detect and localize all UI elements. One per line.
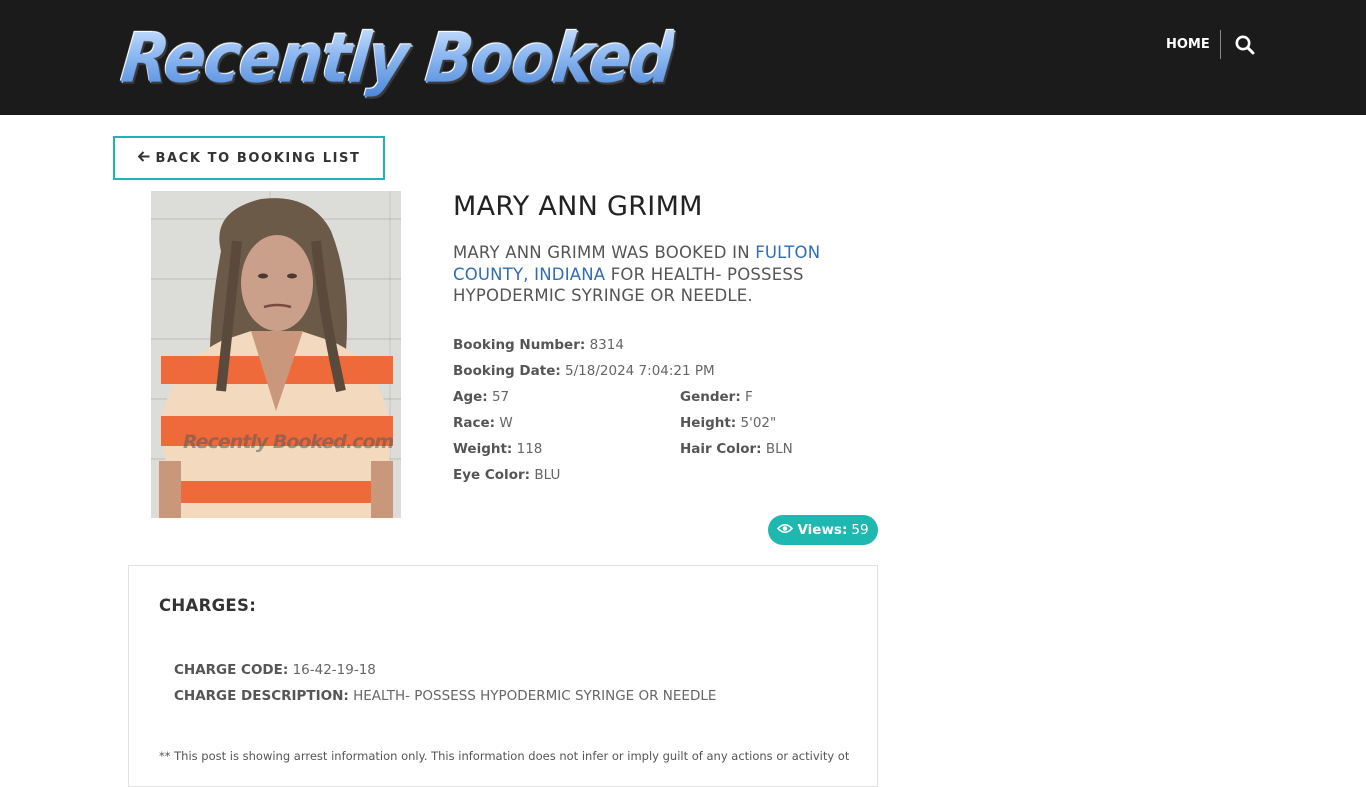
views-label: Views: bbox=[797, 522, 848, 538]
gender-value: F bbox=[745, 389, 753, 405]
height: Height: 5'02" bbox=[680, 415, 776, 431]
race-value: W bbox=[499, 415, 513, 431]
site-logo[interactable]: Recently Booked bbox=[118, 18, 677, 98]
site-header: Recently Booked HOME bbox=[0, 0, 1366, 115]
hair-color-label: Hair Color: bbox=[680, 441, 762, 457]
booking-summary: MARY ANN GRIMM WAS BOOKED IN FULTON COUN… bbox=[453, 242, 863, 307]
gender-label: Gender: bbox=[680, 389, 741, 405]
race-label: Race: bbox=[453, 415, 496, 431]
charge-code-value: 16-42-19-18 bbox=[292, 662, 376, 678]
age: Age: 57 bbox=[453, 389, 509, 405]
gender: Gender: F bbox=[680, 389, 753, 405]
weight: Weight: 118 bbox=[453, 441, 542, 457]
booking-date: Booking Date: 5/18/2024 7:04:21 PM bbox=[453, 363, 715, 379]
back-button-label: BACK TO BOOKING LIST bbox=[155, 150, 361, 166]
height-value: 5'02" bbox=[740, 415, 777, 431]
booking-number-label: Booking Number: bbox=[453, 337, 586, 353]
age-label: Age: bbox=[453, 389, 488, 405]
back-to-booking-list-button[interactable]: BACK TO BOOKING LIST bbox=[113, 136, 385, 180]
booking-date-value: 5/18/2024 7:04:21 PM bbox=[565, 363, 715, 379]
hair-color: Hair Color: BLN bbox=[680, 441, 793, 457]
summary-prefix: MARY ANN GRIMM WAS BOOKED IN bbox=[453, 243, 756, 262]
eye-color: Eye Color: BLU bbox=[453, 467, 560, 483]
charges-title: CHARGES: bbox=[159, 596, 257, 615]
nav-home-link[interactable]: HOME bbox=[1166, 37, 1210, 52]
charge-code: CHARGE CODE: 16-42-19-18 bbox=[174, 662, 376, 678]
nav-divider bbox=[1220, 30, 1221, 59]
race: Race: W bbox=[453, 415, 513, 431]
mugshot-photo: Recently Booked.com bbox=[151, 191, 401, 518]
age-value: 57 bbox=[491, 389, 510, 405]
charge-description-value: HEALTH- POSSESS HYPODERMIC SYRINGE OR NE… bbox=[353, 688, 717, 704]
arrow-left-icon bbox=[137, 150, 150, 166]
disclaimer-text: ** This post is showing arrest informati… bbox=[159, 749, 849, 763]
booking-number: Booking Number: 8314 bbox=[453, 337, 624, 353]
weight-value: 118 bbox=[516, 441, 543, 457]
eye-color-value: BLU bbox=[534, 467, 561, 483]
weight-label: Weight: bbox=[453, 441, 513, 457]
booking-date-label: Booking Date: bbox=[453, 363, 561, 379]
height-label: Height: bbox=[680, 415, 737, 431]
charge-description: CHARGE DESCRIPTION: HEALTH- POSSESS HYPO… bbox=[174, 688, 716, 704]
views-count: 59 bbox=[851, 522, 869, 538]
charge-code-label: CHARGE CODE: bbox=[174, 662, 289, 678]
views-badge: Views: 59 bbox=[768, 515, 878, 545]
person-name: MARY ANN GRIMM bbox=[453, 191, 703, 222]
booking-number-value: 8314 bbox=[589, 337, 624, 353]
hair-color-value: BLN bbox=[765, 441, 793, 457]
eye-color-label: Eye Color: bbox=[453, 467, 531, 483]
eye-icon bbox=[777, 522, 794, 538]
charges-panel: CHARGES: CHARGE CODE: 16-42-19-18 CHARGE… bbox=[128, 565, 878, 787]
charge-description-label: CHARGE DESCRIPTION: bbox=[174, 688, 349, 704]
mugshot-watermark: Recently Booked.com bbox=[183, 431, 394, 453]
search-icon[interactable] bbox=[1234, 34, 1256, 56]
